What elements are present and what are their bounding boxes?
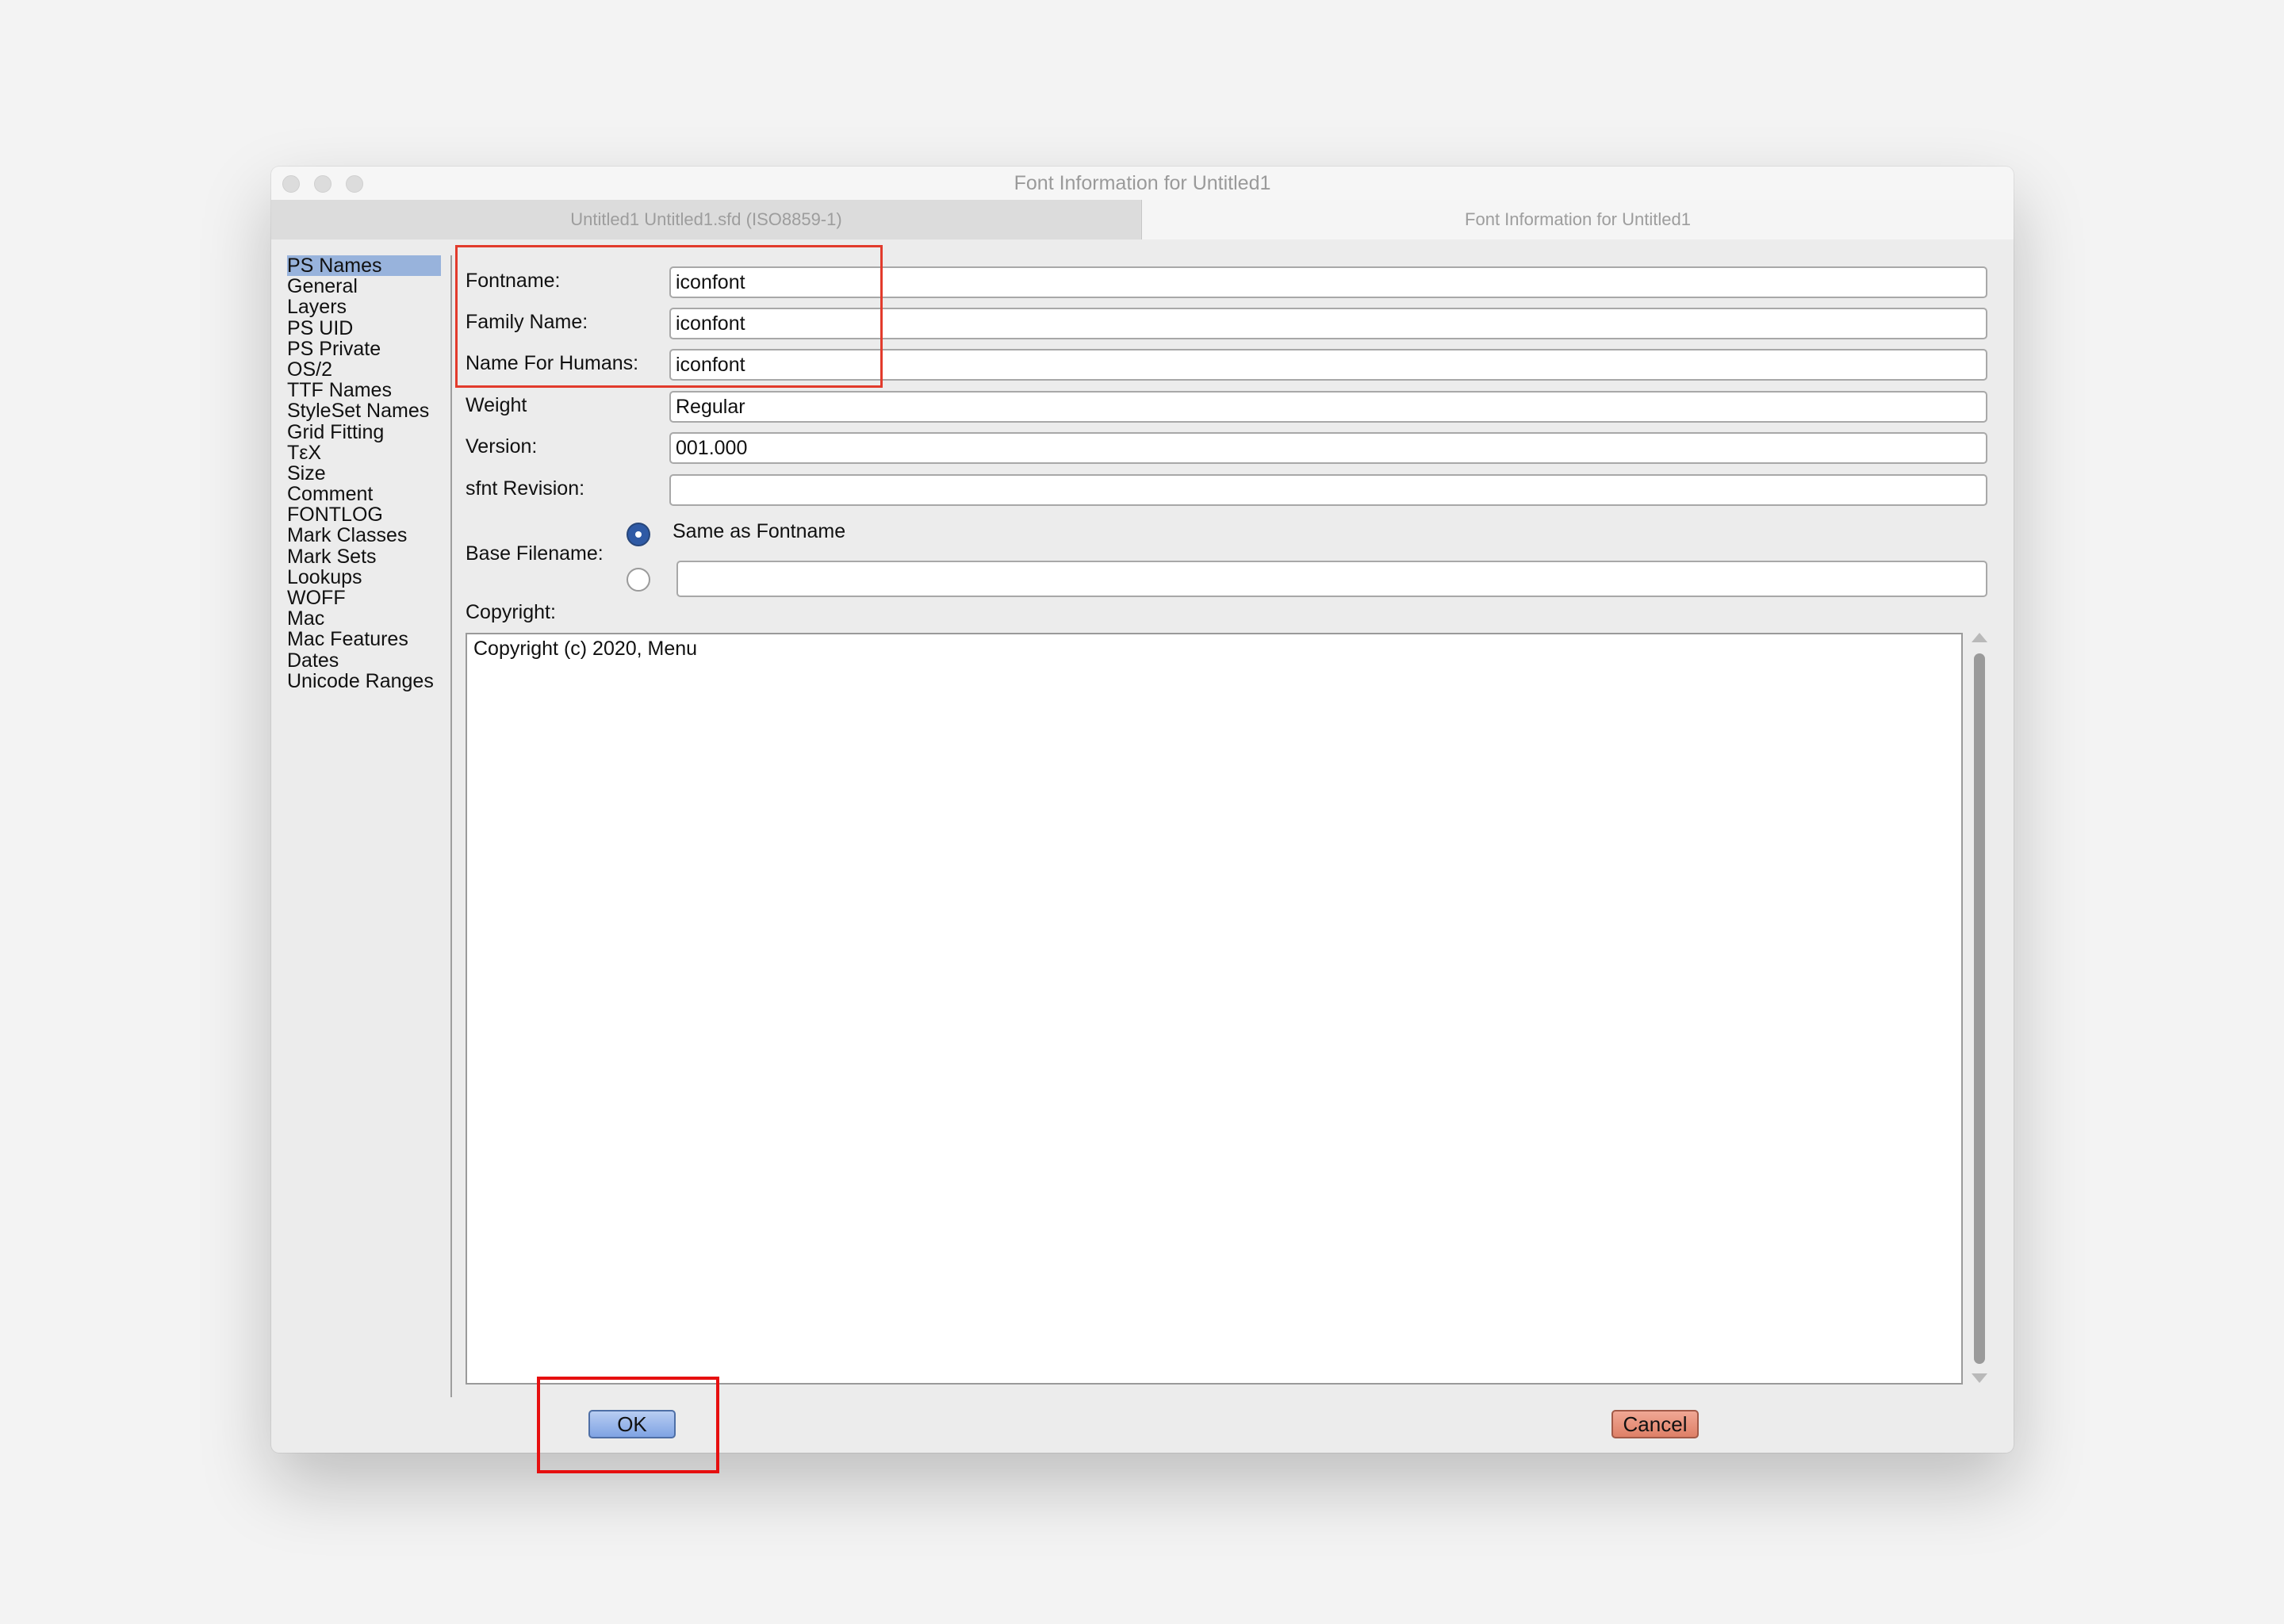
- sidebar-item-general[interactable]: General: [287, 276, 446, 297]
- scroll-thumb[interactable]: [1974, 653, 1985, 1364]
- sidebar-item-size[interactable]: Size: [287, 463, 446, 484]
- title-bar: Font Information for Untitled1: [271, 167, 2014, 200]
- copyright-scrollbar[interactable]: [1968, 631, 1989, 1385]
- sfnt-revision-field[interactable]: [669, 474, 1987, 506]
- sidebar-item-os2[interactable]: OS/2: [287, 359, 446, 380]
- sidebar-item-dates[interactable]: Dates: [287, 649, 446, 671]
- sidebar-item-ps-uid[interactable]: PS UID: [287, 317, 446, 339]
- highlight-ok-button: [537, 1377, 719, 1473]
- sidebar-item-mark-classes[interactable]: Mark Classes: [287, 525, 446, 546]
- copyright-textarea[interactable]: Copyright (c) 2020, Menu: [466, 633, 1963, 1385]
- custom-filename-field[interactable]: [676, 561, 1987, 597]
- weight-label: Weight: [466, 394, 527, 416]
- sidebar-item-fontlog[interactable]: FONTLOG: [287, 504, 446, 525]
- window-title: Font Information for Untitled1: [1014, 172, 1271, 194]
- sidebar-item-mac[interactable]: Mac: [287, 608, 446, 629]
- base-filename-label: Base Filename:: [466, 542, 604, 565]
- tab-untitled1-sfd[interactable]: Untitled1 Untitled1.sfd (ISO8859-1): [271, 200, 1142, 239]
- tab-bar: Untitled1 Untitled1.sfd (ISO8859-1) Font…: [271, 200, 2014, 239]
- sfnt-revision-label: sfnt Revision:: [466, 477, 585, 500]
- sidebar-item-woff[interactable]: WOFF: [287, 588, 446, 608]
- sidebar-divider: [450, 255, 452, 1397]
- sidebar-item-mac-features[interactable]: Mac Features: [287, 629, 446, 649]
- sidebar-item-styleset-names[interactable]: StyleSet Names: [287, 400, 446, 421]
- scroll-down-icon[interactable]: [1972, 1373, 1987, 1383]
- sidebar-item-ttf-names[interactable]: TTF Names: [287, 380, 446, 400]
- sidebar-item-comment[interactable]: Comment: [287, 484, 446, 504]
- sidebar-item-lookups[interactable]: Lookups: [287, 567, 446, 588]
- version-label: Version:: [466, 435, 538, 458]
- sidebar-item-tex[interactable]: TεX: [287, 442, 446, 463]
- tab-font-information[interactable]: Font Information for Untitled1: [1142, 200, 2014, 239]
- sidebar-item-grid-fitting[interactable]: Grid Fitting: [287, 421, 446, 442]
- sidebar-item-ps-names[interactable]: PS Names: [287, 255, 446, 276]
- sidebar-item-mark-sets[interactable]: Mark Sets: [287, 546, 446, 567]
- version-field[interactable]: 001.000: [669, 432, 1987, 464]
- cancel-button[interactable]: Cancel: [1611, 1410, 1699, 1438]
- same-as-fontname-radio[interactable]: [627, 523, 650, 546]
- sidebar-item-ps-private[interactable]: PS Private: [287, 339, 446, 359]
- scroll-up-icon[interactable]: [1972, 633, 1987, 642]
- copyright-label: Copyright:: [466, 601, 556, 623]
- sidebar: PS Names General Layers PS UID PS Privat…: [287, 255, 446, 691]
- sidebar-item-unicode-ranges[interactable]: Unicode Ranges: [287, 671, 446, 691]
- custom-filename-radio[interactable]: [627, 568, 650, 592]
- same-as-fontname-label[interactable]: Same as Fontname: [673, 520, 845, 543]
- weight-field[interactable]: Regular: [669, 391, 1987, 423]
- sidebar-item-layers[interactable]: Layers: [287, 297, 446, 317]
- highlight-name-fields: [455, 245, 883, 388]
